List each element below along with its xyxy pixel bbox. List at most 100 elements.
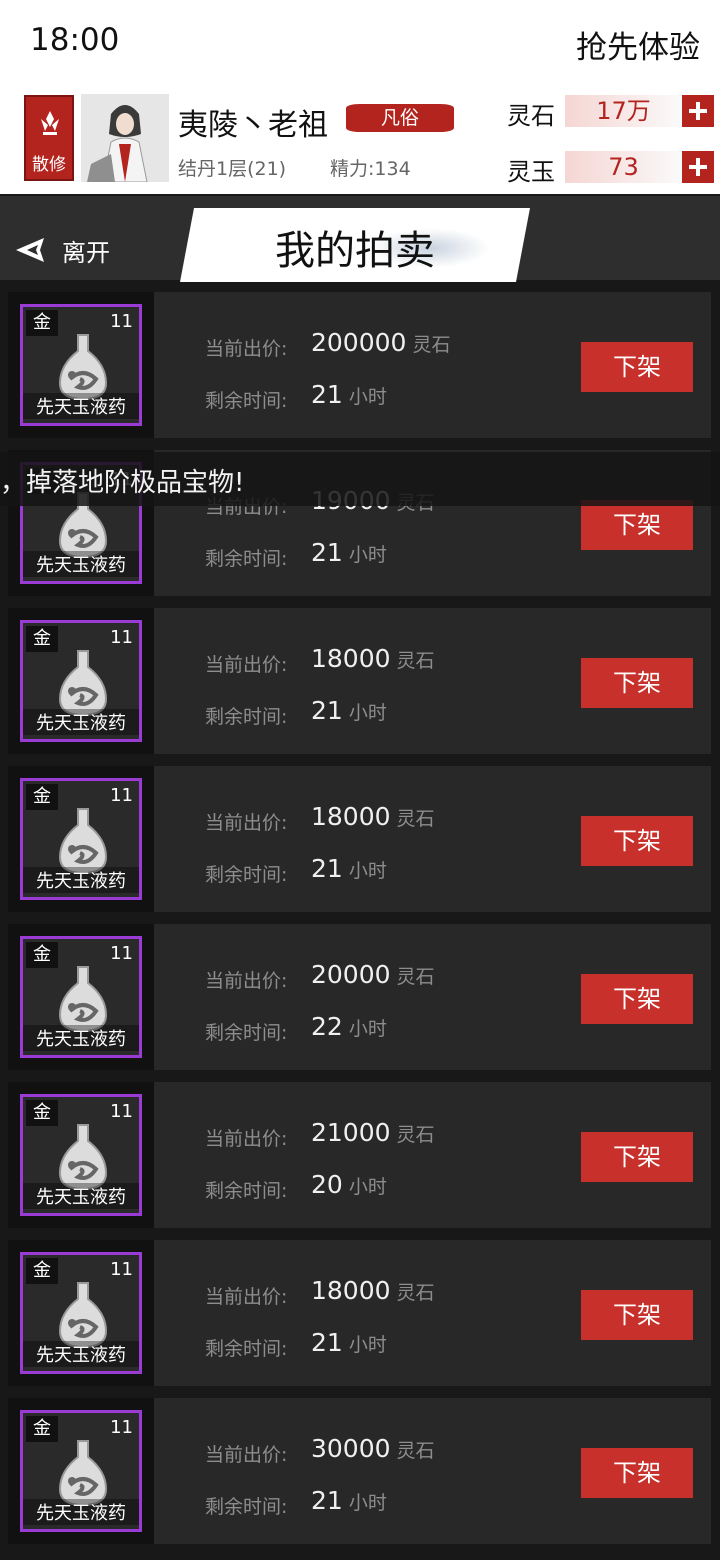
remaining-hours: 21 (311, 538, 343, 567)
delist-button[interactable]: 下架 (581, 342, 693, 392)
price-unit: 灵石 (396, 1124, 435, 1146)
item-quantity: 11 (110, 1417, 133, 1438)
remaining-time-label: 剩余时间: (205, 390, 288, 412)
item-frame: 金 11 先天玉液药 (20, 1410, 142, 1532)
delist-button[interactable]: 下架 (581, 1448, 693, 1498)
item-slot[interactable]: 金 11 先天玉液药 (8, 924, 154, 1070)
sect-badge[interactable]: 散修 (24, 95, 74, 181)
back-button[interactable]: 离开 (14, 232, 110, 268)
item-frame: 金 11 先天玉液药 (20, 304, 142, 426)
remaining-time-label: 剩余时间: (205, 1180, 288, 1202)
announcement-text: ，掉落地阶极品宝物! (0, 468, 245, 498)
delist-button[interactable]: 下架 (581, 658, 693, 708)
time-unit: 小时 (348, 386, 387, 408)
item-name: 先天玉液药 (23, 709, 139, 735)
item-quantity: 11 (110, 785, 133, 806)
price-label: 当前出价: (205, 812, 288, 834)
price-value: 30000 (311, 1434, 391, 1463)
remaining-time-label: 剩余时间: (205, 1338, 288, 1360)
item-name: 先天玉液药 (23, 1499, 139, 1525)
elixir-bottle-icon (58, 334, 108, 401)
early-access-link[interactable]: 抢先体验 (576, 22, 700, 67)
item-slot[interactable]: 金 11 先天玉液药 (8, 1398, 154, 1544)
auction-row: 金 11 先天玉液药 当前出价: 200000 灵石 剩余时间: 21 小时 下架 (8, 292, 711, 438)
page-title: 我的拍卖 (275, 228, 435, 274)
item-slot[interactable]: 金 11 先天玉液药 (8, 766, 154, 912)
top-header: 18:00 抢先体验 散修 夷陵丶老祖 凡俗 结丹1层(21) 精力:134 灵… (0, 0, 720, 194)
delist-button[interactable]: 下架 (581, 1132, 693, 1182)
remaining-time-group: 21 小时 (311, 1328, 387, 1357)
item-quantity: 11 (110, 311, 133, 332)
price-value-group: 21000 灵石 (311, 1118, 435, 1147)
auction-row: 金 11 先天玉液药 当前出价: 20000 灵石剩余时间: 22 小时 下架 (8, 924, 711, 1070)
delist-button[interactable]: 下架 (581, 816, 693, 866)
item-quantity: 11 (110, 1101, 133, 1122)
remaining-time-group: 21 小时 (311, 538, 387, 567)
player-name: 夷陵丶老祖 (178, 108, 328, 143)
time-unit: 小时 (348, 860, 387, 882)
delist-button[interactable]: 下架 (581, 974, 693, 1024)
price-label: 当前出价: (205, 1444, 288, 1466)
item-name: 先天玉液药 (23, 1183, 139, 1209)
price-unit: 灵石 (396, 1440, 435, 1462)
item-grade: 金 (26, 942, 58, 968)
remaining-time-label: 剩余时间: (205, 1496, 288, 1518)
sect-label: 散修 (32, 155, 66, 175)
remaining-time-group: 22 小时 (311, 1012, 387, 1041)
item-grade: 金 (26, 1416, 58, 1442)
remaining-hours: 21 (311, 696, 343, 725)
price-value-group: 18000 灵石 (311, 1276, 435, 1305)
time-unit: 小时 (348, 1492, 387, 1514)
price-unit: 灵石 (396, 1282, 435, 1304)
remaining-time-group: 21 小时 (311, 854, 387, 883)
auction-row: 金 11 先天玉液药 当前出价: 18000 灵石 剩余时间: 21 小时 下架 (8, 1240, 711, 1386)
price-value: 18000 (311, 1276, 391, 1305)
price-label: 当前出价: (205, 654, 288, 676)
price-value-group: 200000 灵石 (311, 328, 450, 357)
price-label: 当前出价: (205, 1128, 288, 1150)
remaining-time-label: 剩余时间: (205, 1022, 288, 1044)
spirit-stone-amount: 17万 (565, 95, 682, 127)
price-value-group: 30000 灵石 (311, 1434, 435, 1463)
item-slot[interactable]: 金 11 先天玉液药 (8, 292, 154, 438)
rank-badge: 凡俗 (346, 104, 454, 132)
delist-button[interactable]: 下架 (581, 500, 693, 550)
item-frame: 金 11 先天玉液药 (20, 620, 142, 742)
elixir-bottle-icon (58, 1124, 108, 1191)
item-frame: 金 11 先天玉液药 (20, 1252, 142, 1374)
back-label: 离开 (62, 238, 110, 267)
price-unit: 灵石 (412, 334, 451, 356)
energy-value: 精力:134 (330, 158, 411, 180)
delist-button[interactable]: 下架 (581, 1290, 693, 1340)
item-slot[interactable]: 金 11 先天玉液药 (8, 1082, 154, 1228)
auction-row: 金 11 先天玉液药 当前出价: 30000 灵石 剩余时间: 21 小时 下架 (8, 1398, 711, 1544)
cultivation-level: 结丹1层(21) (178, 158, 287, 180)
price-value-group: 20000 灵石 (311, 960, 435, 989)
item-grade: 金 (26, 1100, 58, 1126)
spirit-stone-label: 灵石 (507, 102, 555, 130)
character-portrait-icon (81, 94, 169, 183)
add-spirit-jade-button[interactable] (682, 151, 714, 183)
add-spirit-stone-button[interactable] (682, 95, 714, 127)
remaining-time-label: 剩余时间: (205, 706, 288, 728)
price-value: 18000 (311, 644, 391, 673)
announcement-marquee: ，掉落地阶极品宝物! (0, 452, 720, 506)
price-label: 当前出价: (205, 970, 288, 992)
elixir-bottle-icon (58, 808, 108, 875)
item-grade: 金 (26, 310, 58, 336)
item-name: 先天玉液药 (23, 1025, 139, 1051)
avatar[interactable] (81, 94, 169, 183)
item-frame: 金 11 先天玉液药 (20, 778, 142, 900)
time-unit: 小时 (348, 1176, 387, 1198)
item-name: 先天玉液药 (23, 393, 139, 419)
remaining-time-group: 21 小时 (311, 696, 387, 725)
item-slot[interactable]: 金 11 先天玉液药 (8, 608, 154, 754)
item-slot[interactable]: 金 11 先天玉液药 (8, 1240, 154, 1386)
item-name: 先天玉液药 (23, 551, 139, 577)
remaining-hours: 21 (311, 854, 343, 883)
elixir-bottle-icon (58, 1282, 108, 1349)
back-arrow-icon (16, 238, 44, 262)
remaining-time-group: 21 小时 (311, 380, 387, 409)
auction-row: 金 11 先天玉液药 当前出价: 21000 灵石 剩余时间: 20 小时 下架 (8, 1082, 711, 1228)
time-unit: 小时 (348, 1018, 387, 1040)
